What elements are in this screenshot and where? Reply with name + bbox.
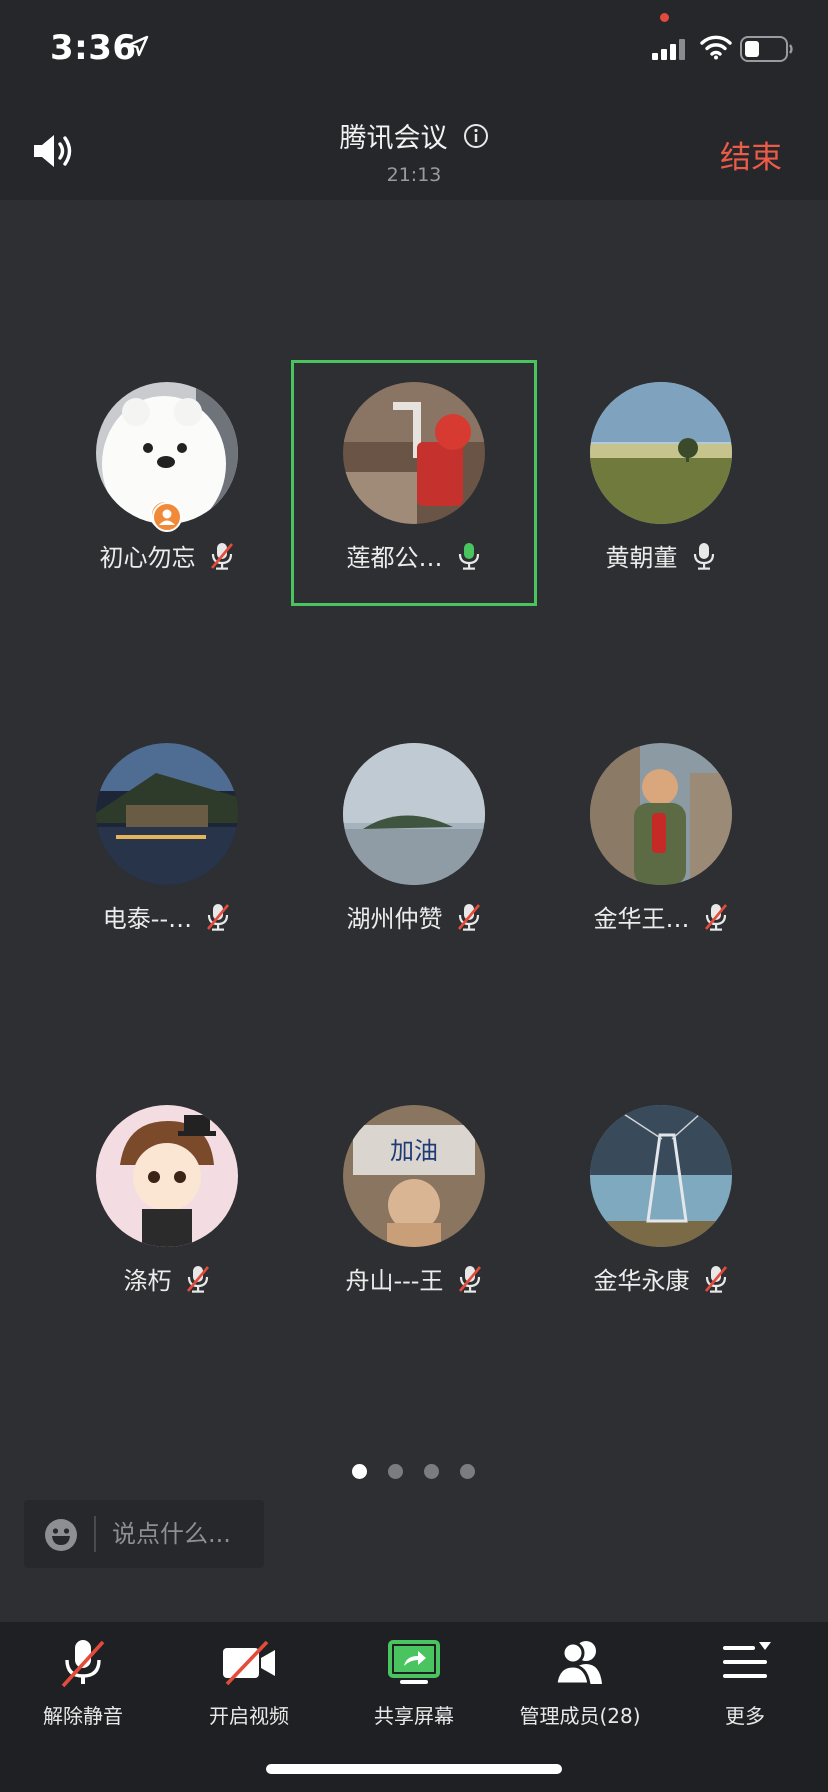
avatar bbox=[343, 382, 485, 524]
meeting-duration: 21:13 bbox=[386, 164, 442, 186]
mic-muted-icon bbox=[458, 1265, 481, 1293]
participant-name: 金华王… bbox=[593, 905, 690, 933]
participant-name-row: 金华永康 bbox=[538, 1261, 784, 1296]
status-bar: 3:36 bbox=[0, 0, 828, 96]
page-dot[interactable] bbox=[388, 1464, 403, 1479]
participant-name: 舟山---王 bbox=[345, 1267, 444, 1295]
page-dot-active[interactable] bbox=[352, 1464, 367, 1479]
unmute-label: 解除静音 bbox=[43, 1704, 123, 1728]
recording-dot bbox=[660, 13, 669, 22]
participant-name-row: 莲都公… bbox=[294, 538, 534, 573]
participant-name-row: 湖州仲赞 bbox=[291, 899, 537, 934]
mic-muted-icon bbox=[704, 1265, 727, 1293]
share-screen-label: 共享屏幕 bbox=[374, 1704, 454, 1728]
participant-name: 莲都公… bbox=[346, 544, 443, 572]
chat-input-box[interactable] bbox=[24, 1500, 264, 1568]
avatar bbox=[590, 743, 732, 885]
mic-muted-icon bbox=[207, 903, 230, 931]
video-off-icon bbox=[223, 1640, 275, 1686]
participant-name-row: 涤朽 bbox=[44, 1261, 290, 1296]
participant-name: 电泰--… bbox=[102, 905, 193, 933]
share-screen-icon bbox=[388, 1640, 440, 1684]
participant-name: 涤朽 bbox=[123, 1267, 172, 1295]
home-indicator bbox=[266, 1764, 562, 1774]
participant-tile[interactable]: 金华王… bbox=[538, 721, 784, 967]
more-label: 更多 bbox=[725, 1704, 765, 1728]
wifi-icon bbox=[700, 35, 732, 60]
avatar bbox=[590, 1105, 732, 1247]
emoji-icon[interactable] bbox=[44, 1518, 78, 1552]
avatar bbox=[96, 1105, 238, 1247]
participant-tile[interactable]: 湖州仲赞 bbox=[291, 721, 537, 967]
participant-tile[interactable]: 黄朝董 bbox=[538, 360, 784, 606]
bottom-toolbar: 解除静音 开启视频 共享屏幕 管理成员(28) 更多 bbox=[0, 1622, 828, 1792]
meeting-title: 腾讯会议 bbox=[339, 123, 448, 154]
avatar-sign-text: 加油 bbox=[390, 1137, 438, 1165]
participant-name: 湖州仲赞 bbox=[346, 905, 443, 933]
share-screen-button[interactable]: 共享屏幕 bbox=[331, 1622, 497, 1742]
page-dot[interactable] bbox=[424, 1464, 439, 1479]
participant-tile[interactable]: 涤朽 bbox=[44, 1083, 290, 1329]
participant-tile[interactable]: 加油 舟山---王 bbox=[291, 1083, 537, 1329]
start-video-label: 开启视频 bbox=[209, 1704, 289, 1728]
mic-muted-icon bbox=[704, 903, 727, 931]
title-row: 腾讯会议 bbox=[0, 116, 828, 155]
avatar bbox=[590, 382, 732, 524]
participant-tile[interactable]: 初心勿忘 bbox=[44, 360, 290, 606]
host-icon bbox=[152, 502, 182, 532]
page-dot[interactable] bbox=[460, 1464, 475, 1479]
manage-members-label: 管理成员(28) bbox=[519, 1704, 641, 1728]
unmute-button[interactable]: 解除静音 bbox=[0, 1622, 166, 1742]
participant-name-row: 舟山---王 bbox=[291, 1261, 537, 1296]
mic-muted-icon bbox=[210, 542, 233, 570]
cellular-signal-icon bbox=[652, 39, 685, 60]
participant-name-row: 金华王… bbox=[538, 899, 784, 934]
mic-muted-icon bbox=[186, 1265, 209, 1293]
meeting-header: 腾讯会议 21:13 结束 bbox=[0, 96, 828, 200]
participant-tile[interactable]: 金华永康 bbox=[538, 1083, 784, 1329]
members-icon bbox=[554, 1641, 602, 1686]
chat-input[interactable] bbox=[112, 1518, 252, 1550]
end-meeting-button[interactable]: 结束 bbox=[720, 132, 782, 177]
mic-muted-icon bbox=[457, 903, 480, 931]
more-button[interactable]: 更多 bbox=[662, 1622, 828, 1742]
participant-grid: 初心勿忘 莲都公… 黄朝董 电泰--… 湖州仲赞 金华王… 涤朽 加油 舟山--… bbox=[0, 200, 828, 1440]
mic-on-icon bbox=[693, 542, 714, 570]
participant-name: 初心勿忘 bbox=[99, 544, 196, 572]
manage-members-button[interactable]: 管理成员(28) bbox=[497, 1622, 663, 1742]
participant-name: 黄朝董 bbox=[605, 544, 678, 572]
chat-divider bbox=[94, 1516, 96, 1552]
mic-speaking-icon bbox=[458, 542, 479, 570]
avatar bbox=[96, 743, 238, 885]
participant-name: 金华永康 bbox=[593, 1267, 690, 1295]
participant-name-row: 电泰--… bbox=[44, 899, 290, 934]
participant-name-row: 黄朝董 bbox=[538, 538, 784, 573]
location-arrow-icon bbox=[127, 35, 149, 57]
more-menu-icon bbox=[723, 1642, 771, 1678]
avatar bbox=[343, 743, 485, 885]
participant-tile[interactable]: 电泰--… bbox=[44, 721, 290, 967]
status-time: 3:36 bbox=[50, 28, 137, 68]
mic-muted-icon bbox=[61, 1640, 105, 1688]
participant-tile-active[interactable]: 莲都公… bbox=[291, 360, 537, 606]
participant-name-row: 初心勿忘 bbox=[44, 538, 290, 573]
battery-icon bbox=[740, 36, 793, 62]
avatar: 加油 bbox=[343, 1105, 485, 1247]
start-video-button[interactable]: 开启视频 bbox=[166, 1622, 332, 1742]
info-icon[interactable] bbox=[463, 123, 489, 149]
